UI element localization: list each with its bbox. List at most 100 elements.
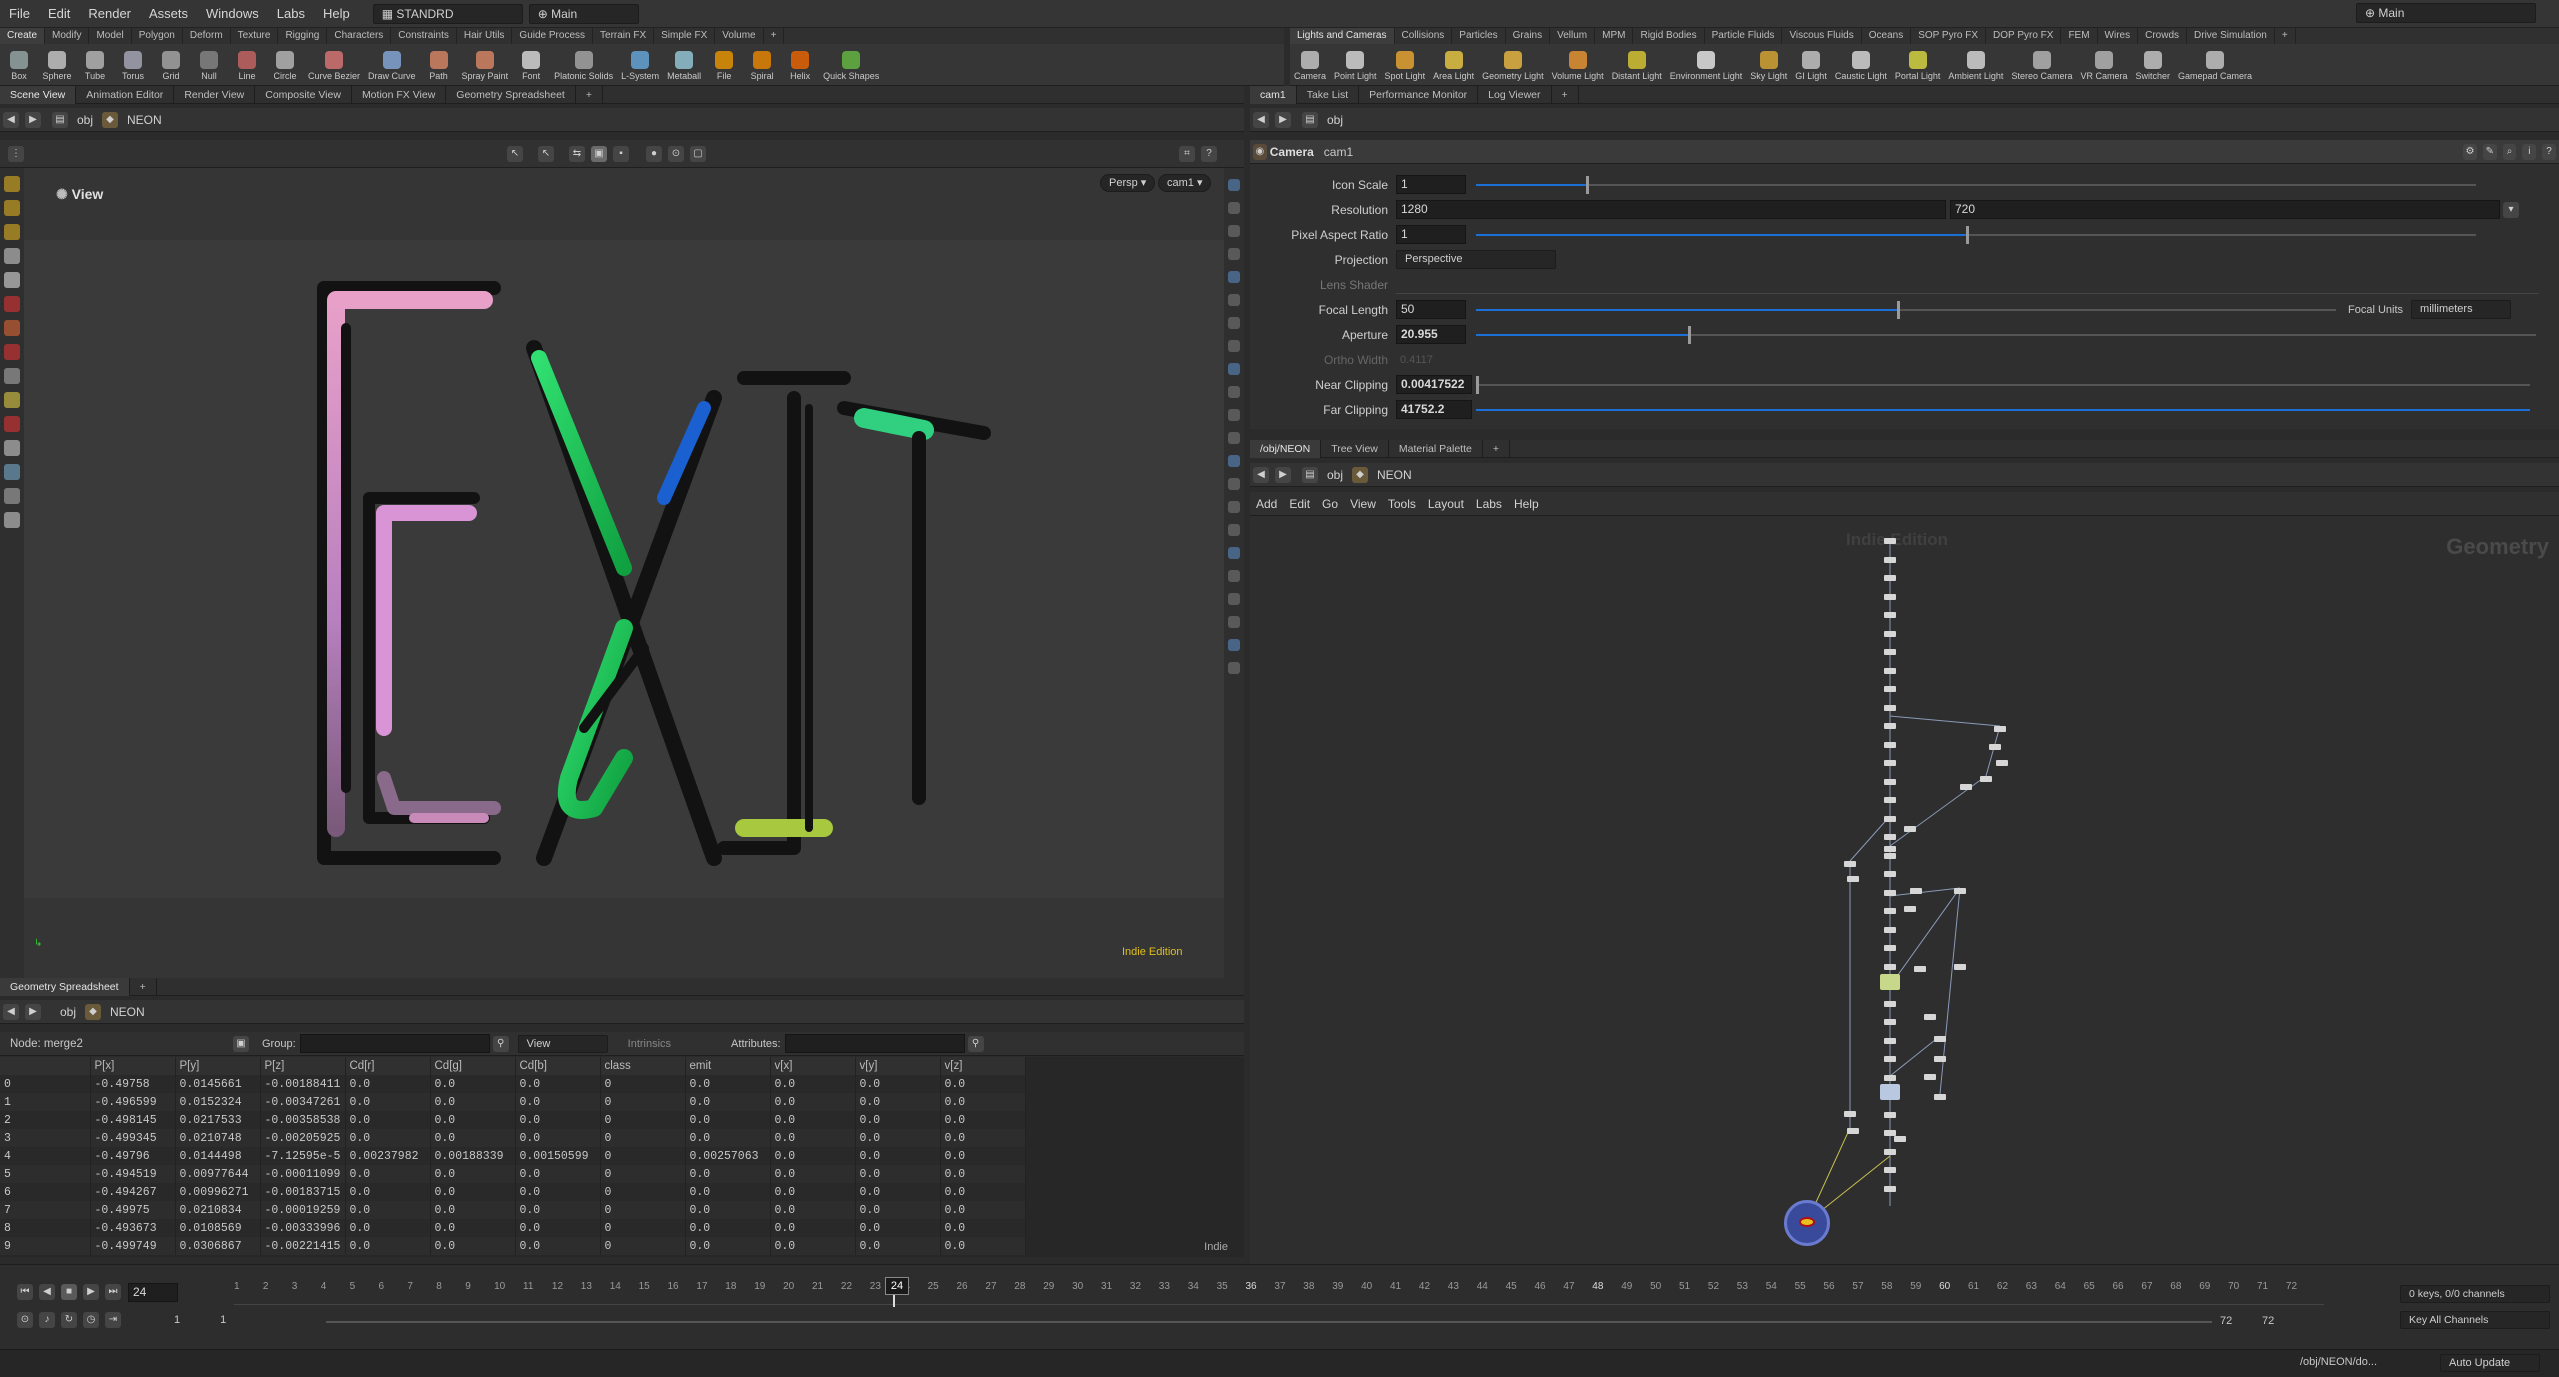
network-node[interactable] [1980,776,1992,782]
shelf-tab-oceans[interactable]: Oceans [1862,28,1912,44]
tab-material-palette[interactable]: Material Palette [1389,439,1483,458]
tool-path[interactable]: Path [420,49,458,81]
network-node[interactable] [1884,1000,1896,1007]
network-node[interactable] [1884,667,1896,674]
desktop-dropdown[interactable]: ▦ STANDRD [372,3,523,24]
tool-environment-light[interactable]: Environment Light [1666,49,1747,81]
keys-channels-dropdown[interactable]: 0 keys, 0/0 channels [2400,1285,2550,1303]
display-option-icon[interactable] [1228,639,1240,651]
attributes-field[interactable] [784,1034,965,1053]
range-slider[interactable] [326,1321,2212,1323]
auto-update-dropdown[interactable]: Auto Update [2440,1354,2540,1372]
shelf-tab-viscous-fluids[interactable]: Viscous Fluids [1782,28,1862,44]
network-node[interactable] [1904,906,1916,912]
network-node[interactable] [1884,852,1896,859]
node-name[interactable]: cam1 [1324,145,1353,159]
projection-dropdown[interactable]: Perspective [1396,250,1556,269]
pose-icon[interactable] [4,392,20,408]
network-node[interactable] [1884,1148,1896,1155]
tool-volume-light[interactable]: Volume Light [1548,49,1608,81]
network-node[interactable] [1884,704,1896,711]
brush-icon[interactable] [4,368,20,384]
network-node[interactable] [1884,945,1896,951]
shelf-tab-volume[interactable]: Volume [715,28,764,44]
select-mode-icon[interactable]: ↖ [538,145,554,162]
table-row[interactable]: 3 -0.499345 0.0210748 -0.00205925 0.0 0.0 0.0 0… [0,1129,1026,1147]
display-option-icon[interactable] [1228,455,1240,467]
range-end[interactable]: 72 [2220,1315,2232,1327]
res-x-field[interactable]: 1280 [1396,200,1946,219]
add-shelf-tab-button[interactable]: + [764,28,785,44]
lens-shader-field[interactable] [1396,275,2539,294]
table-row[interactable]: 0 -0.49758 0.0145661 -0.00188411 0.0 0.0 0.0 0 0… [0,1075,1026,1093]
path-neon[interactable]: NEON [121,113,168,127]
tool-grid[interactable]: Grid [152,49,190,81]
network-node[interactable] [1884,846,1896,852]
back-icon[interactable]: ◀ [1253,111,1269,128]
menu-file[interactable]: File [0,0,39,28]
network-node[interactable] [1884,538,1896,544]
aperture-field[interactable]: 20.955 [1396,325,1466,344]
rotate-icon[interactable] [4,320,20,336]
network-node[interactable] [1884,778,1896,785]
column-header[interactable]: P[x] [90,1057,176,1075]
tool-torus[interactable]: Torus [114,49,152,81]
network-node[interactable] [1884,575,1896,581]
select-mode-icon[interactable]: ⇆ [569,145,585,162]
add-tab-button[interactable]: + [1483,439,1510,458]
network-menu-layout[interactable]: Layout [1422,497,1470,511]
network-node[interactable] [1884,1056,1896,1062]
network-node[interactable] [1884,593,1896,600]
network-menu-help[interactable]: Help [1508,497,1545,511]
context-dropdown[interactable]: ⊕ Main [528,3,639,24]
network-node[interactable] [1884,834,1896,840]
display-option-icon[interactable] [1228,501,1240,513]
network-node[interactable] [1844,1111,1856,1117]
tool-sphere[interactable]: Sphere [38,49,76,81]
network-node[interactable] [1884,926,1896,933]
select-mode-icon[interactable]: ↖ [507,145,523,162]
table-row[interactable]: 8 -0.493673 0.0108569 -0.00333996 0.0 0.0 0.0 0… [0,1219,1026,1237]
magnet-icon[interactable] [4,416,20,432]
menu-render[interactable]: Render [79,0,140,28]
focal-units-dropdown[interactable]: millimeters [2411,300,2512,319]
add-tab-button[interactable]: + [1552,85,1579,104]
network-node[interactable] [1884,1037,1896,1044]
forward-icon[interactable]: ▶ [1275,111,1291,128]
shelf-tab-hair-utils[interactable]: Hair Utils [457,28,513,44]
display-option-icon[interactable] [1228,340,1240,352]
tab-composite-view[interactable]: Composite View [255,85,352,104]
display-option-icon[interactable] [1228,317,1240,329]
network-node[interactable] [1884,760,1896,766]
network-node[interactable] [1884,1185,1896,1192]
display-option-icon[interactable] [1228,478,1240,490]
network-node[interactable] [1934,1094,1946,1100]
network-node[interactable] [1924,1074,1936,1080]
frame-ruler[interactable]: 1234567891011121314151617181920212223242… [234,1281,2324,1305]
focal-length-slider[interactable] [1476,300,2336,319]
tool-area-light[interactable]: Area Light [1429,49,1478,81]
display-option-icon[interactable] [1228,271,1240,283]
table-row[interactable]: 9 -0.499749 0.0306867 -0.00221415 0.0 0.0 0.0 0… [0,1237,1026,1255]
display-option-icon[interactable] [1228,179,1240,191]
shelf-tab-grains[interactable]: Grains [1506,28,1551,44]
stop-icon[interactable]: ■ [61,1284,77,1300]
near-clipping-field[interactable]: 0.00417522 [1396,375,1472,394]
column-header[interactable]: v[x] [770,1057,856,1075]
screenshot-icon[interactable]: ▢ [690,145,706,162]
tool-box[interactable]: Box [0,49,38,81]
chevron-down-icon[interactable]: ▾ [2503,201,2519,218]
range-start-2[interactable]: 1 [220,1314,226,1326]
tool-gi-light[interactable]: GI Light [1791,49,1831,81]
display-option-icon[interactable] [1228,432,1240,444]
pixel-aspect-field[interactable]: 1 [1396,225,1466,244]
shelf-tab-modify[interactable]: Modify [45,28,90,44]
network-node[interactable] [1934,1036,1946,1042]
shelf-tab-create[interactable]: Create [0,28,46,44]
tab-cam1[interactable]: cam1 [1250,85,1297,104]
tool-metaball[interactable]: Metaball [663,49,705,81]
info-icon[interactable]: i [2522,143,2537,160]
shelf-tab-wires[interactable]: Wires [2098,28,2139,44]
network-node[interactable] [1884,908,1896,914]
tab-take-list[interactable]: Take List [1297,85,1360,104]
